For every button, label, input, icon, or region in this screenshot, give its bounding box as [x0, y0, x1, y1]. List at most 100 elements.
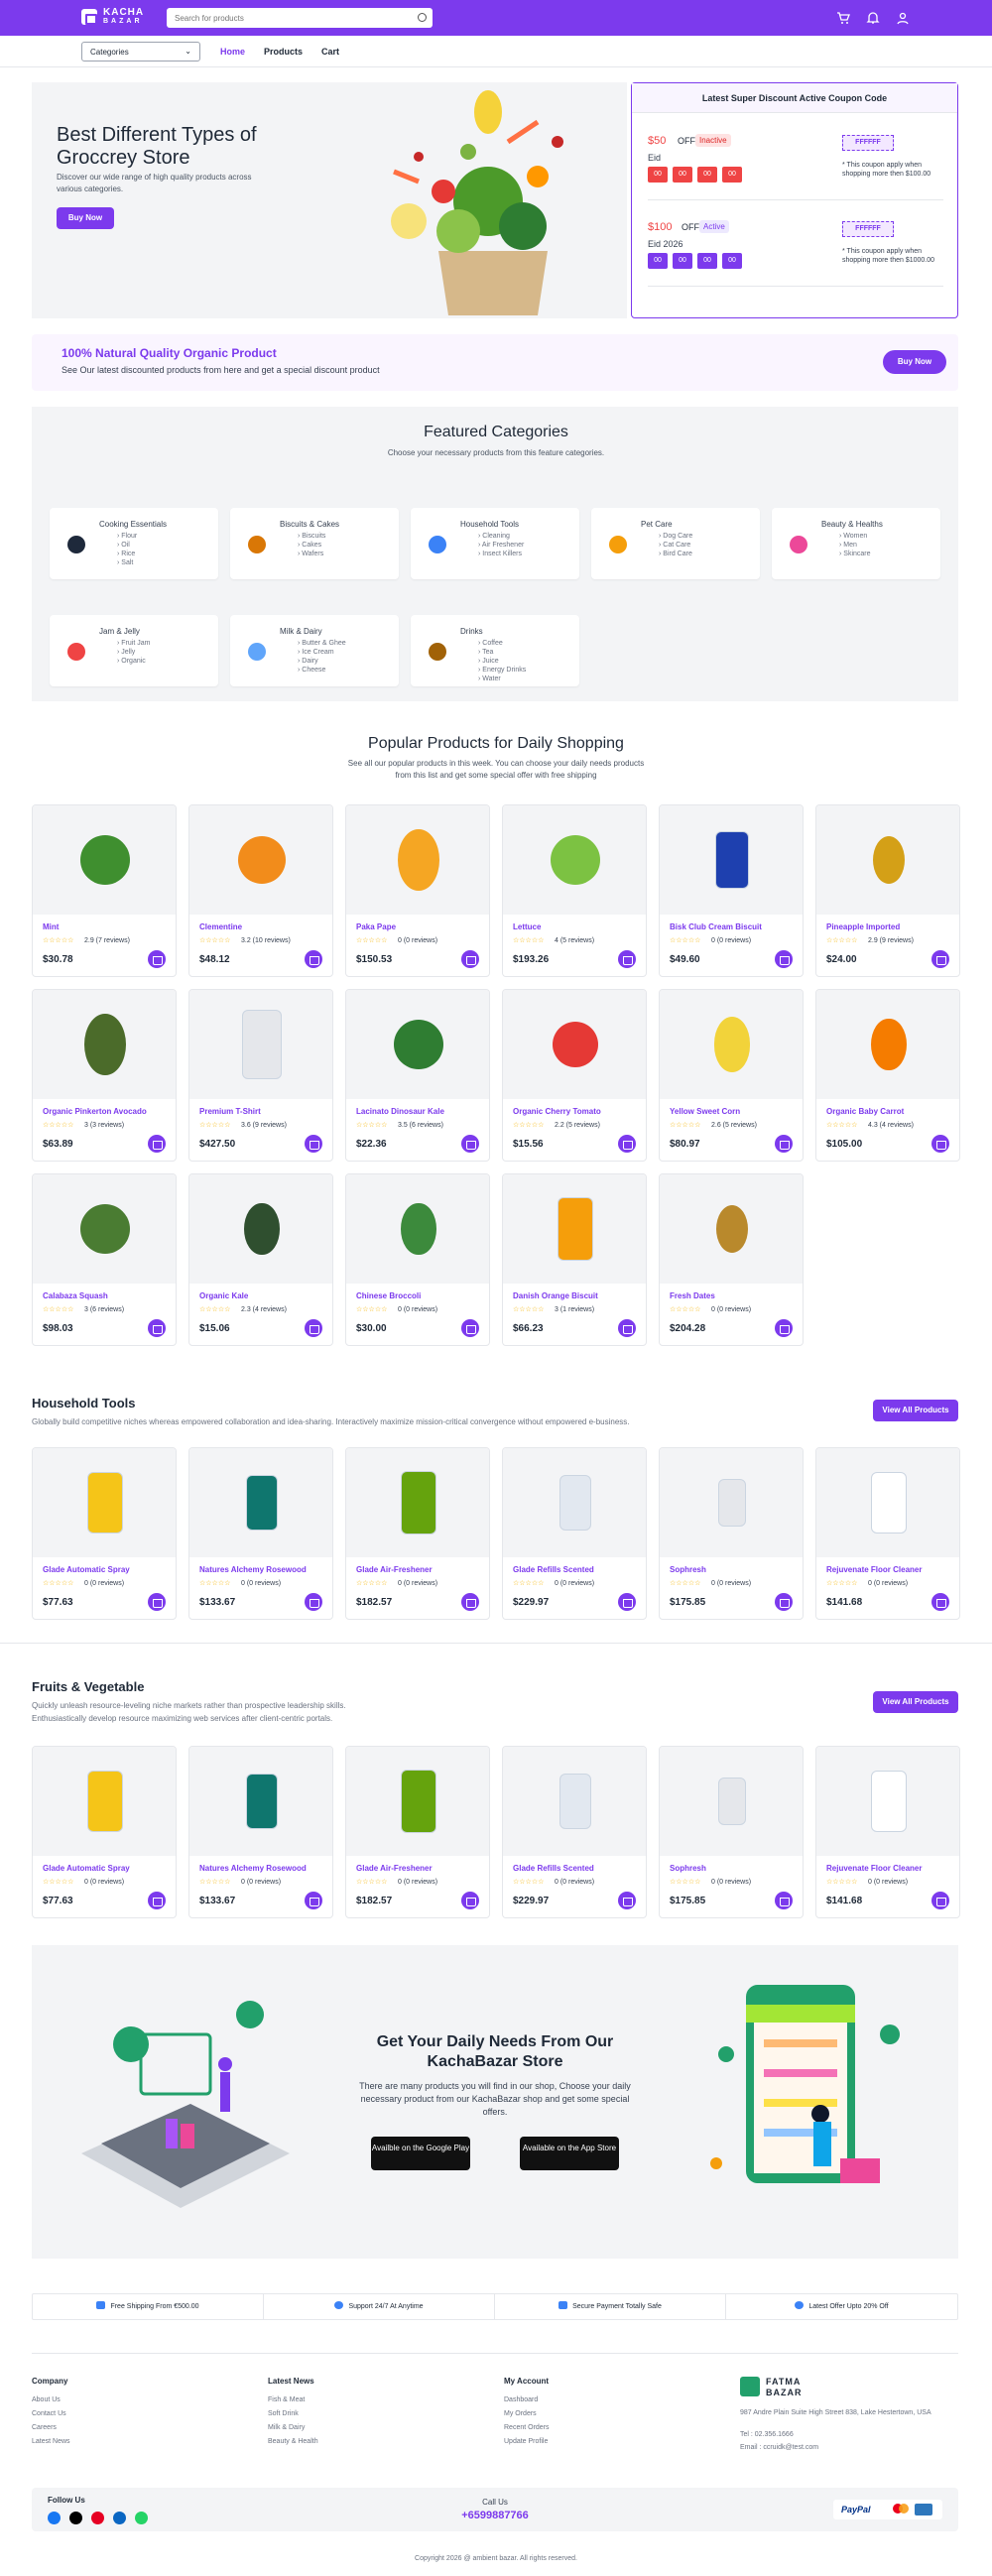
product-card[interactable]: Rejuvenate Floor Cleaner ☆☆☆☆☆ 0 (0 review… [815, 1447, 960, 1620]
product-image[interactable] [189, 1174, 332, 1284]
nav-home[interactable]: Home [220, 47, 245, 57]
product-name[interactable]: Glade Air-Freshener [356, 1565, 485, 1574]
category-card[interactable]: Beauty & Healths WomenMenSkincare [772, 508, 940, 579]
product-name[interactable]: Lacinato Dinosaur Kale [356, 1107, 485, 1116]
add-to-cart-icon[interactable] [931, 1593, 949, 1611]
product-name[interactable]: Glade Air-Freshener [356, 1864, 485, 1873]
category-card[interactable]: Pet Care Dog CareCat CareBird Care [591, 508, 760, 579]
add-to-cart-icon[interactable] [461, 1892, 479, 1909]
footer-link[interactable]: Milk & Dairy [268, 2421, 318, 2435]
category-subitem[interactable]: Flour [117, 532, 137, 541]
product-image[interactable] [660, 1448, 803, 1557]
product-name[interactable]: Chinese Broccoli [356, 1291, 485, 1300]
product-card[interactable]: Natures Alchemy Rosewood ☆☆☆☆☆ 0 (0 review… [188, 1746, 333, 1918]
category-card[interactable]: Milk & Dairy Butter & GheeIce CreamDairyC… [230, 615, 399, 686]
product-name[interactable]: Sophresh [670, 1565, 799, 1574]
product-name[interactable]: Organic Kale [199, 1291, 328, 1300]
product-card[interactable]: Sophresh ☆☆☆☆☆ 0 (0 reviews) $175.85 [659, 1447, 804, 1620]
add-to-cart-icon[interactable] [148, 1319, 166, 1337]
product-name[interactable]: Glade Refills Scented [513, 1565, 642, 1574]
product-name[interactable]: Premium T-Shirt [199, 1107, 328, 1116]
add-to-cart-icon[interactable] [775, 1135, 793, 1153]
add-to-cart-icon[interactable] [148, 1593, 166, 1611]
product-card[interactable]: Danish Orange Biscuit ☆☆☆☆☆ 3 (1 reviews) $… [502, 1173, 647, 1346]
product-image[interactable] [816, 805, 959, 915]
product-card[interactable]: Sophresh ☆☆☆☆☆ 0 (0 reviews) $175.85 [659, 1746, 804, 1918]
category-subitem[interactable]: Cakes [298, 541, 325, 550]
footer-link[interactable]: Careers [32, 2421, 70, 2435]
product-card[interactable]: Premium T-Shirt ☆☆☆☆☆ 3.6 (9 reviews) $427.… [188, 989, 333, 1162]
product-name[interactable]: Sophresh [670, 1864, 799, 1873]
footer-link[interactable]: Soft Drink [268, 2407, 318, 2421]
category-subitem[interactable]: Energy Drinks [478, 666, 526, 675]
add-to-cart-icon[interactable] [775, 1319, 793, 1337]
add-to-cart-icon[interactable] [618, 1319, 636, 1337]
product-name[interactable]: Bisk Club Cream Biscuit [670, 922, 799, 931]
product-name[interactable]: Organic Cherry Tomato [513, 1107, 642, 1116]
product-card[interactable]: Lacinato Dinosaur Kale ☆☆☆☆☆ 3.5 (6 review… [345, 989, 490, 1162]
bell-icon[interactable] [866, 11, 880, 25]
category-subitem[interactable]: Skincare [839, 550, 870, 558]
add-to-cart-icon[interactable] [461, 950, 479, 968]
product-name[interactable]: Fresh Dates [670, 1291, 799, 1300]
search-icon[interactable] [418, 13, 427, 22]
category-subitem[interactable]: Men [839, 541, 871, 550]
product-image[interactable] [33, 990, 176, 1099]
add-to-cart-icon[interactable] [775, 950, 793, 968]
add-to-cart-icon[interactable] [305, 950, 322, 968]
product-image[interactable] [189, 990, 332, 1099]
add-to-cart-icon[interactable] [461, 1319, 479, 1337]
add-to-cart-icon[interactable] [148, 1135, 166, 1153]
product-image[interactable] [346, 1747, 489, 1856]
category-subitem[interactable]: Bird Care [659, 550, 692, 558]
product-name[interactable]: Rejuvenate Floor Cleaner [826, 1864, 955, 1873]
product-image[interactable] [189, 805, 332, 915]
product-image[interactable] [816, 1448, 959, 1557]
product-card[interactable]: Fresh Dates ☆☆☆☆☆ 0 (0 reviews) $204.28 [659, 1173, 804, 1346]
product-card[interactable]: Organic Pinkerton Avocado ☆☆☆☆☆ 3 (3 revie… [32, 989, 177, 1162]
product-image[interactable] [660, 990, 803, 1099]
product-name[interactable]: Paka Pape [356, 922, 485, 931]
product-image[interactable] [503, 805, 646, 915]
product-name[interactable]: Organic Baby Carrot [826, 1107, 955, 1116]
product-image[interactable] [346, 990, 489, 1099]
add-to-cart-icon[interactable] [305, 1135, 322, 1153]
add-to-cart-icon[interactable] [775, 1593, 793, 1611]
product-image[interactable] [816, 1747, 959, 1856]
promo-buy-now-button[interactable]: Buy Now [883, 350, 946, 374]
product-card[interactable]: Organic Cherry Tomato ☆☆☆☆☆ 2.2 (5 reviews… [502, 989, 647, 1162]
product-name[interactable]: Danish Orange Biscuit [513, 1291, 642, 1300]
product-name[interactable]: Lettuce [513, 922, 642, 931]
product-name[interactable]: Glade Automatic Spray [43, 1565, 172, 1574]
add-to-cart-icon[interactable] [775, 1892, 793, 1909]
product-name[interactable]: Clementine [199, 922, 328, 931]
product-card[interactable]: Mint ☆☆☆☆☆ 2.9 (7 reviews) $30.78 [32, 804, 177, 977]
product-image[interactable] [503, 1747, 646, 1856]
category-subitem[interactable]: Oil [117, 541, 137, 550]
nav-cart[interactable]: Cart [321, 47, 339, 57]
category-subitem[interactable]: Coffee [478, 639, 526, 648]
product-image[interactable] [33, 1448, 176, 1557]
product-name[interactable]: Natures Alchemy Rosewood [199, 1864, 328, 1873]
category-subitem[interactable]: Women [839, 532, 871, 541]
app-store-button[interactable]: Available on the App Store [520, 2137, 619, 2170]
category-subitem[interactable]: Dog Care [659, 532, 692, 541]
product-image[interactable] [346, 1448, 489, 1557]
category-card[interactable]: Drinks CoffeeTeaJuiceEnergy DrinksWater [411, 615, 579, 686]
category-subitem[interactable]: Jelly [117, 648, 150, 657]
product-image[interactable] [33, 1747, 176, 1856]
product-card[interactable]: Glade Refills Scented ☆☆☆☆☆ 0 (0 reviews) $… [502, 1746, 647, 1918]
add-to-cart-icon[interactable] [305, 1892, 322, 1909]
product-card[interactable]: Organic Baby Carrot ☆☆☆☆☆ 4.3 (4 reviews) $… [815, 989, 960, 1162]
product-name[interactable]: Mint [43, 922, 172, 931]
product-name[interactable]: Yellow Sweet Corn [670, 1107, 799, 1116]
add-to-cart-icon[interactable] [148, 950, 166, 968]
category-card[interactable]: Jam & Jelly Fruit JamJellyOrganic [50, 615, 218, 686]
product-card[interactable]: Glade Automatic Spray ☆☆☆☆☆ 0 (0 reviews) $… [32, 1746, 177, 1918]
footer-link[interactable]: My Orders [504, 2407, 550, 2421]
product-image[interactable] [346, 805, 489, 915]
add-to-cart-icon[interactable] [461, 1593, 479, 1611]
category-subitem[interactable]: Cat Care [659, 541, 692, 550]
logo[interactable]: KACHA BAZAR [81, 8, 144, 26]
product-card[interactable]: Glade Air-Freshener ☆☆☆☆☆ 0 (0 reviews) $18… [345, 1746, 490, 1918]
